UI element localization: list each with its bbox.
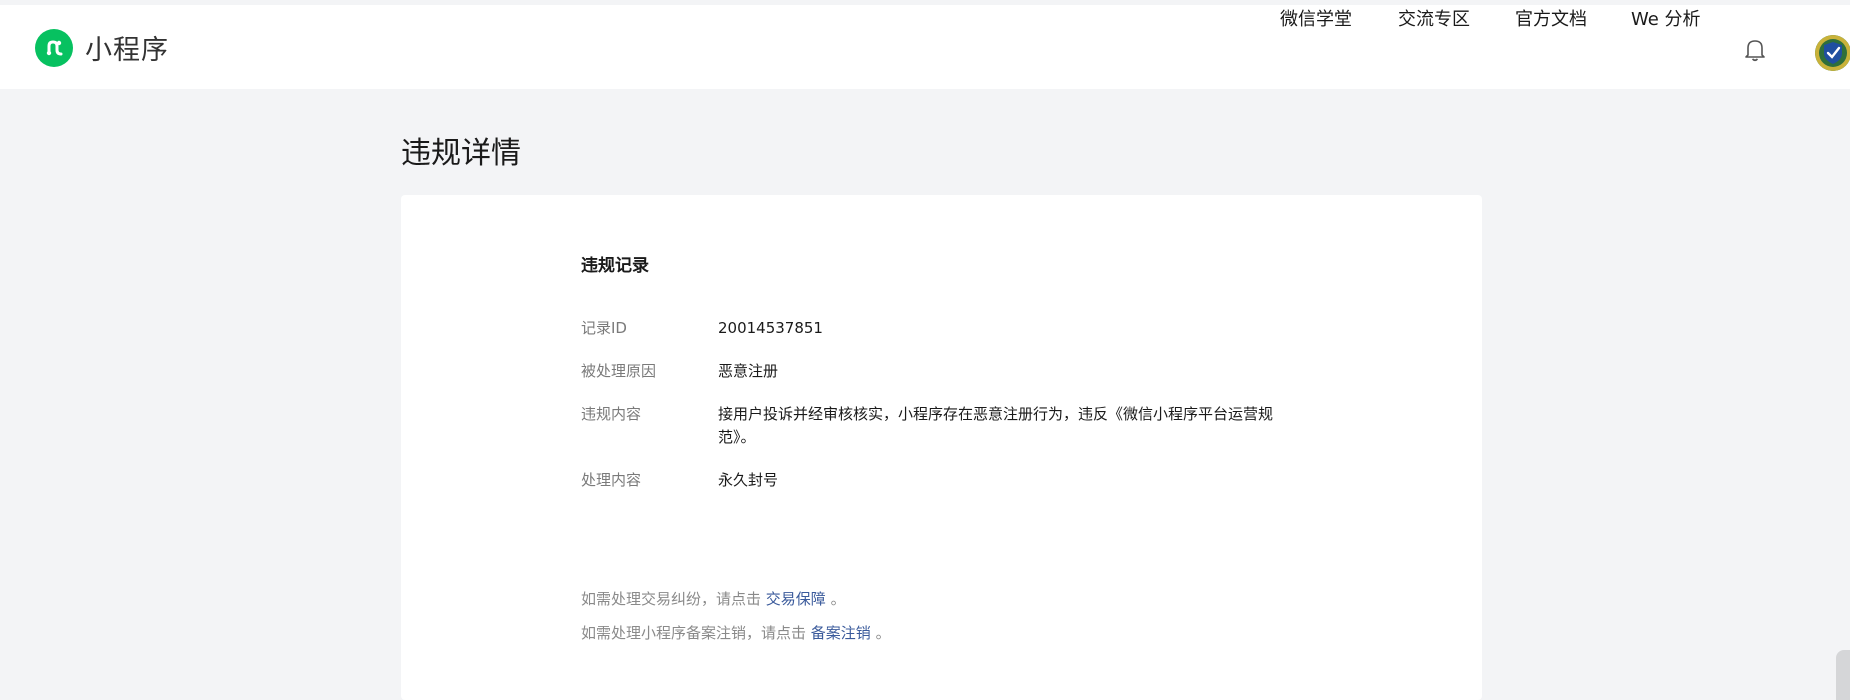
top-navigation-bar: 小程序 微信学堂 交流专区 官方文档 We 分析 [0, 5, 1850, 89]
scrollbar-thumb[interactable] [1836, 650, 1850, 700]
violation-content-value: 接用户投诉并经审核核实，小程序存在恶意注册行为，违反《微信小程序平台运营规范》。 [718, 405, 1274, 446]
violation-content-label: 违规内容 [581, 405, 642, 423]
nav-item-wechat-academy[interactable]: 微信学堂 [1280, 5, 1352, 31]
miniprogram-link-icon [35, 28, 73, 67]
filing-cancel-link[interactable]: 备案注销 [811, 624, 871, 642]
bell-icon[interactable] [1744, 38, 1766, 66]
filing-cancel-note: 如需处理小程序备案注销，请点击 备案注销 。 [581, 622, 891, 643]
trade-dispute-note-text: 如需处理交易纠纷，请点击 [581, 590, 766, 608]
filing-cancel-note-text: 如需处理小程序备案注销，请点击 [581, 624, 811, 642]
filing-cancel-note-suffix: 。 [870, 624, 891, 642]
penalty-label: 处理内容 [581, 471, 642, 489]
reason-label: 被处理原因 [581, 362, 657, 380]
reason-value: 恶意注册 [718, 362, 779, 380]
nav-item-community[interactable]: 交流专区 [1398, 5, 1470, 31]
trade-protection-link[interactable]: 交易保障 [766, 590, 826, 608]
record-id-value: 20014537851 [718, 319, 823, 337]
trade-dispute-note: 如需处理交易纠纷，请点击 交易保障 。 [581, 588, 846, 609]
violation-detail-card: 违规记录 记录ID 20014537851 被处理原因 恶意注册 违规内容 接用… [401, 195, 1482, 700]
nav-item-we-analytics[interactable]: We 分析 [1631, 5, 1701, 31]
penalty-value: 永久封号 [718, 471, 779, 489]
nav-item-docs[interactable]: 官方文档 [1515, 5, 1587, 31]
record-id-label: 记录ID [581, 319, 627, 337]
shield-avatar-icon[interactable] [1815, 35, 1850, 71]
trade-dispute-note-suffix: 。 [825, 590, 846, 608]
page-title: 违规详情 [401, 136, 521, 171]
brand-name: 小程序 [85, 35, 169, 66]
brand-logo[interactable]: 小程序 [35, 28, 169, 67]
section-title: 违规记录 [581, 256, 649, 276]
